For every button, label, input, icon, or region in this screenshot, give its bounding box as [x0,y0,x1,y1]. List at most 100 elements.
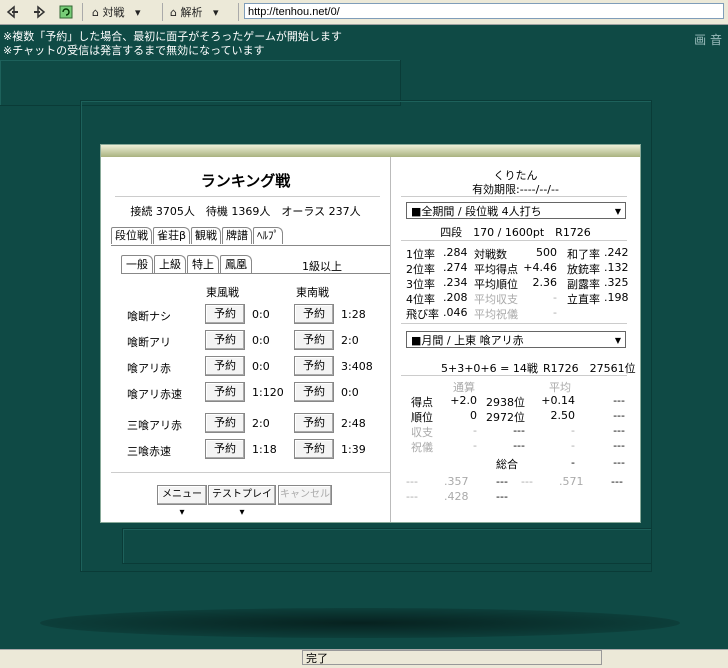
stat-label: 平均祝儀 [474,308,518,321]
main-tabs: 段位戦 雀荘β 観戦 牌譜 ﾍﾙﾌﾟ [111,227,284,244]
forward-icon[interactable] [32,3,48,21]
col-south: 東南戦 [296,286,329,299]
east-value: 2:0 [252,417,270,430]
menu-button[interactable]: メニュー ▾ [157,485,207,518]
home-icon: ⌂ [92,5,99,19]
tab-ippan[interactable]: 一般 [121,255,153,273]
east-value: 0:0 [252,308,270,321]
reserve-button[interactable]: 予約 [205,304,245,324]
reserve-button[interactable]: 予約 [205,439,245,459]
duisen-menu[interactable]: ⌂ 対戦 ▾ [92,3,141,21]
lobby-panel: ランキング戦 接続 3705人 待機 1369人 オーラス 237人 段位戦 雀… [100,144,641,523]
reserve-button[interactable]: 予約 [205,382,245,402]
tab-dan[interactable]: 段位戦 [111,227,152,244]
stat-value: +4.46 [523,261,557,274]
tab-janso[interactable]: 雀荘β [153,227,191,244]
dropdown-arrow-icon: ▼ [614,207,621,216]
period-select[interactable]: ■全期間 / 段位戦 4人打ち ▼ [406,202,626,219]
extra-cell: --- [406,475,418,488]
sogo-label: 総合 [496,458,518,471]
table-label: 祝儀 [411,441,433,454]
back-icon[interactable] [4,3,20,21]
extra-cell: .571 [559,475,584,488]
stat-label: 3位率 [406,278,435,291]
tab-houou[interactable]: 鳳凰 [220,255,252,273]
notice-line: ※複数「予約」した場合、最初に面子がそろったゲームが開始します [3,30,342,43]
kaiseki-menu[interactable]: ⌂ 解析 ▾ [170,3,219,21]
table-label: 順位 [411,411,433,424]
stat-value: .284 [443,246,468,259]
header-total: 通算 [453,381,475,394]
extra-cell: --- [406,490,418,503]
reserve-button[interactable]: 予約 [294,413,334,433]
reserve-button[interactable]: 予約 [294,330,334,350]
south-value: 2:48 [341,417,366,430]
decor-frame [122,528,652,564]
stat-value: 500 [536,246,557,259]
row-label: 喰アリ赤速 [127,388,182,401]
level-requirement: 1級以上 [302,260,342,273]
cancel-button[interactable]: キャンセル [278,485,332,505]
monthly-select[interactable]: ■月間 / 上東 喰アリ赤 ▼ [406,331,626,348]
row-label: 喰断ナシ [127,310,171,323]
reserve-button[interactable]: 予約 [294,439,334,459]
sub-tabs: 一般 上級 特上 鳳凰 [121,255,253,274]
stat-value: - [553,291,557,304]
stat-value: .325 [604,276,629,289]
sogo-value: - [571,456,575,469]
separator [111,245,390,246]
notice-line: ※チャットの受信は発言するまで無効になっています [3,44,265,57]
reserve-button[interactable]: 予約 [294,356,334,376]
stat-label: 飛び率 [406,308,439,321]
monthly-rating: R1726 27561位 [543,362,636,375]
reserve-button[interactable]: 予約 [205,356,245,376]
dropdown-arrow-icon: ▼ [614,336,621,345]
refresh-icon[interactable] [58,3,74,21]
address-bar[interactable]: http://tenhou.net/0/ [244,3,724,19]
stat-value: - [553,306,557,319]
tab-help[interactable]: ﾍﾙﾌﾟ [253,227,284,244]
tab-joukyu[interactable]: 上級 [154,255,186,274]
test-play-button[interactable]: テストプレイ ▾ [208,485,276,518]
extra-cell: --- [521,475,533,488]
separator [401,196,627,197]
table-cell: +0.14 [541,394,575,407]
reserve-button[interactable]: 予約 [205,413,245,433]
stat-label: 副露率 [567,278,600,291]
extra-cell: --- [611,475,623,488]
notice: ※複数「予約」した場合、最初に面子がそろったゲームが開始します ※チャットの受信は… [3,30,342,58]
page-title: ランキング戦 [200,172,291,190]
table-cell: --- [613,439,625,452]
tab-haifu[interactable]: 牌譜 [222,227,253,244]
tab-watch[interactable]: 観戦 [191,227,222,244]
table-cell: --- [613,409,625,422]
reserve-button[interactable]: 予約 [294,382,334,402]
lobby-stats: 接続 3705人 待機 1369人 オーラス 237人 [130,205,361,218]
expiry: 有効期限:----/--/-- [472,183,559,196]
stat-value: .198 [604,291,629,304]
tab-tokujou[interactable]: 特上 [187,255,219,273]
table-cell: - [473,424,477,437]
separator [401,375,627,376]
extra-cell: --- [496,490,508,503]
stat-label: 平均順位 [474,278,518,291]
rank-info: 四段 170 / 1600pt R1726 [440,226,591,239]
extra-cell: .357 [444,475,469,488]
south-value: 0:0 [341,386,359,399]
south-value: 1:28 [341,308,366,321]
table-cell: - [473,439,477,452]
table-cell: - [571,439,575,452]
stat-value: 2.36 [532,276,558,289]
row-label: 三喰アリ赤 [127,419,182,432]
south-value: 1:39 [341,443,366,456]
reserve-button[interactable]: 予約 [294,304,334,324]
browser-toolbar: ⌂ 対戦 ▾ ⌂ 解析 ▾ http://tenhou.net/0/ [0,0,728,25]
separator [121,273,390,274]
extra-cell: .428 [444,490,469,503]
table-cell: 2972位 [486,411,525,424]
table-label: 収支 [411,426,433,439]
stat-label: 和了率 [567,248,600,261]
separator [401,240,627,241]
row-label: 喰アリ赤 [127,362,171,375]
reserve-button[interactable]: 予約 [205,330,245,350]
